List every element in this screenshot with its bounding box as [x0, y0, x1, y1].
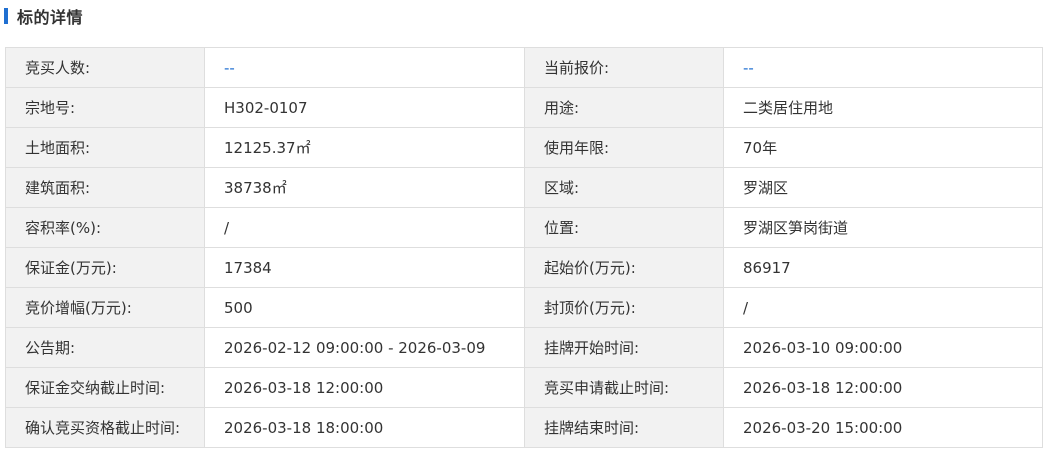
table-row-announcement-period: 公告期: 2026-02-12 09:00:00 - 2026-03-09 挂牌…	[5, 327, 1043, 368]
value-land-area: 12125.37㎡	[204, 127, 525, 168]
label-land-use: 用途:	[524, 87, 724, 128]
label-parcel-number: 宗地号:	[5, 87, 205, 128]
value-land-use: 二类居住用地	[723, 87, 1043, 128]
label-plot-ratio: 容积率(%):	[5, 207, 205, 248]
label-deposit-deadline: 保证金交纳截止时间:	[5, 367, 205, 408]
table-row-deposit: 保证金(万元): 17384 起始价(万元): 86917	[5, 247, 1043, 288]
label-location: 位置:	[524, 207, 724, 248]
value-announcement-period: 2026-02-12 09:00:00 - 2026-03-09	[204, 327, 525, 368]
page: 标的详情 竞买人数: -- 当前报价: -- 宗地号: H302-0107 用途…	[0, 0, 1051, 454]
details-table: 竞买人数: -- 当前报价: -- 宗地号: H302-0107 用途: 二类居…	[5, 47, 1043, 448]
label-deposit: 保证金(万元):	[5, 247, 205, 288]
label-starting-price: 起始价(万元):	[524, 247, 724, 288]
label-district: 区域:	[524, 167, 724, 208]
table-row-qualification-deadline: 确认竞买资格截止时间: 2026-03-18 18:00:00 挂牌结束时间: …	[5, 407, 1043, 448]
label-cap-price: 封顶价(万元):	[524, 287, 724, 328]
label-bidder-count: 竞买人数:	[5, 47, 205, 88]
table-row-plot-ratio: 容积率(%): / 位置: 罗湖区笋岗街道	[5, 207, 1043, 248]
value-location: 罗湖区笋岗街道	[723, 207, 1043, 248]
value-building-area: 38738㎡	[204, 167, 525, 208]
label-land-area: 土地面积:	[5, 127, 205, 168]
value-starting-price: 86917	[723, 247, 1043, 288]
table-row-parcel-number: 宗地号: H302-0107 用途: 二类居住用地	[5, 87, 1043, 128]
label-announcement-period: 公告期:	[5, 327, 205, 368]
label-application-deadline: 竞买申请截止时间:	[524, 367, 724, 408]
section-header: 标的详情	[4, 5, 83, 27]
label-current-price: 当前报价:	[524, 47, 724, 88]
value-listing-end-time: 2026-03-20 15:00:00	[723, 407, 1043, 448]
value-use-term: 70年	[723, 127, 1043, 168]
section-accent-bar	[4, 8, 8, 24]
value-district: 罗湖区	[723, 167, 1043, 208]
table-row-deposit-deadline: 保证金交纳截止时间: 2026-03-18 12:00:00 竞买申请截止时间:…	[5, 367, 1043, 408]
label-listing-start-time: 挂牌开始时间:	[524, 327, 724, 368]
value-listing-start-time: 2026-03-10 09:00:00	[723, 327, 1043, 368]
value-bid-increment: 500	[204, 287, 525, 328]
value-deposit: 17384	[204, 247, 525, 288]
value-deposit-deadline: 2026-03-18 12:00:00	[204, 367, 525, 408]
table-row-land-area: 土地面积: 12125.37㎡ 使用年限: 70年	[5, 127, 1043, 168]
value-qualification-deadline: 2026-03-18 18:00:00	[204, 407, 525, 448]
table-row-bid-increment: 竞价增幅(万元): 500 封顶价(万元): /	[5, 287, 1043, 328]
value-plot-ratio: /	[204, 207, 525, 248]
label-building-area: 建筑面积:	[5, 167, 205, 208]
table-row-bidder-count: 竞买人数: -- 当前报价: --	[5, 47, 1043, 88]
label-qualification-deadline: 确认竞买资格截止时间:	[5, 407, 205, 448]
value-parcel-number: H302-0107	[204, 87, 525, 128]
value-cap-price: /	[723, 287, 1043, 328]
label-bid-increment: 竞价增幅(万元):	[5, 287, 205, 328]
value-application-deadline: 2026-03-18 12:00:00	[723, 367, 1043, 408]
label-listing-end-time: 挂牌结束时间:	[524, 407, 724, 448]
section-title: 标的详情	[17, 8, 84, 27]
value-current-price: --	[723, 47, 1043, 88]
value-bidder-count: --	[204, 47, 525, 88]
label-use-term: 使用年限:	[524, 127, 724, 168]
table-row-building-area: 建筑面积: 38738㎡ 区域: 罗湖区	[5, 167, 1043, 208]
